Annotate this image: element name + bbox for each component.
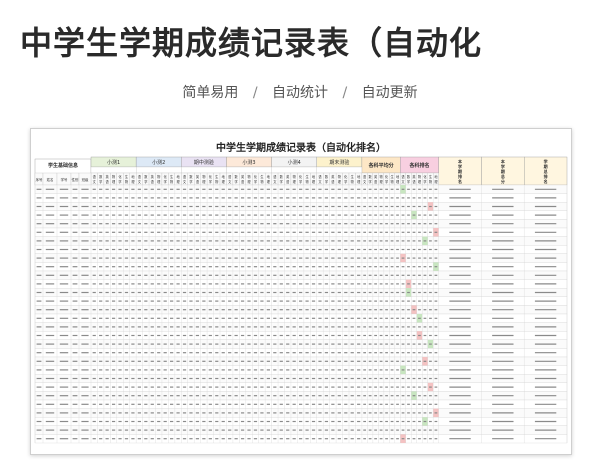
avg-group-label: 各科平均分 [368,162,394,169]
exam-subheader [90,166,137,174]
subject-header-char: 学 [164,179,167,184]
totals-label-char: 名 [544,178,548,184]
tag-separator: / [342,85,348,101]
info-header-text: 学号 [61,177,68,182]
feature-tag-stats: 自动统计 [272,85,328,101]
subject-header-char: 学 [189,179,192,184]
exam-subheader [226,166,272,174]
subject-header-char: 学 [235,179,238,184]
feature-tags: 简单易用 / 自动统计 / 自动更新 [0,82,600,102]
exam-group-label: 小测2 [152,159,165,166]
subject-header-char: 学 [299,179,302,184]
subject-header-char: 学 [144,179,147,184]
feature-tag-update: 自动更新 [361,85,418,101]
exam-group-label: 小测3 [242,159,255,166]
table-body [34,184,568,444]
totals-label-char: 名 [458,178,462,184]
subject-header-char: 学 [344,179,347,184]
spreadsheet-preview: 中学生学期成绩记录表（自动化排名） 学生基础信息 小测1 小测2 期中测验 小测3 小测4… [30,128,572,455]
subject-header-char: 学 [423,179,426,184]
rank-group-label: 各科排名 [408,162,429,169]
feature-tag-easy: 简单易用 [182,85,239,101]
exam-subheader [316,166,363,174]
info-header-text: 性别 [72,177,79,182]
exam-subheader [136,166,182,174]
exam-subheader [181,166,227,174]
subject-header-char: 学 [254,179,257,184]
subject-header-char: 学 [209,179,212,184]
exam-group-label: 期末测验 [329,159,349,166]
exam-subheader [271,166,317,174]
subject-header-char: 学 [369,179,372,184]
info-header-text: 姓名 [47,177,54,182]
exam-group-label: 期中测验 [194,159,214,166]
info-group-label: 学生基础信息 [48,162,78,169]
exam-group-label: 小测1 [107,159,120,166]
subject-header-char: 学 [385,179,388,184]
exam-group-label: 小测4 [288,159,301,166]
subject-header-char: 学 [280,179,283,184]
totals-label-char: 分 [501,178,505,184]
info-header-text: 班级 [82,177,89,182]
subject-header-char: 学 [325,179,328,184]
subject-header-char: 学 [118,179,121,184]
score-grid: 学生基础信息 小测1 小测2 期中测验 小测3 小测4 期末测验 各科平均分 各科排名本学期排名… [34,156,568,444]
promo-banner: 中学生学期成绩记录表（自动化 简单易用 / 自动统计 / 自动更新 [0,0,600,120]
subject-header-char: 学 [99,179,102,184]
tag-separator: / [252,85,258,101]
banner-headline: 中学生学期成绩记录表（自动化 [20,24,483,62]
subject-header-char: 学 [407,179,410,184]
info-header-text: 序号 [36,177,43,182]
